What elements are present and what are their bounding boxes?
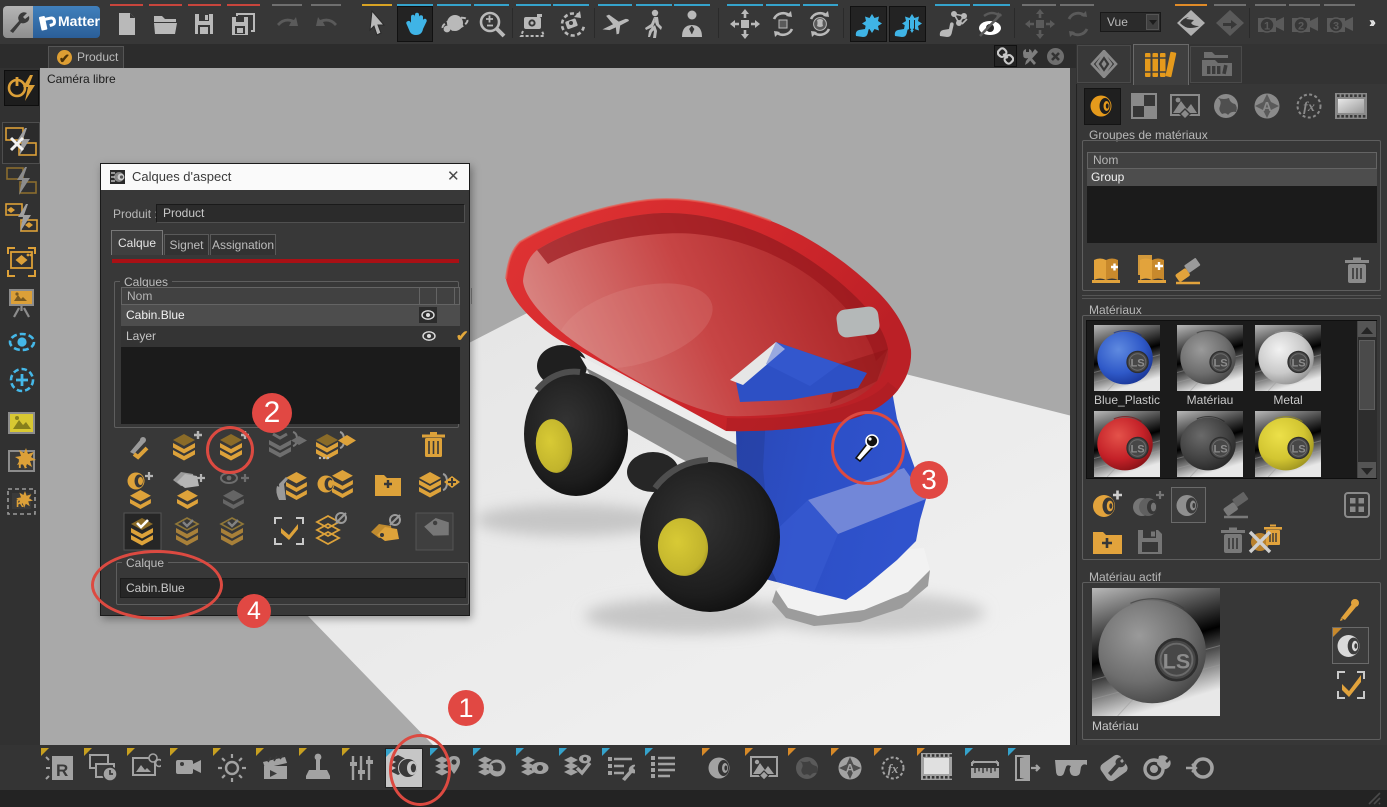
svg-text:LS: LS bbox=[1213, 443, 1227, 455]
svg-text:R: R bbox=[16, 498, 24, 510]
svg-text:LS: LS bbox=[1163, 649, 1190, 673]
svg-text:LS: LS bbox=[1213, 357, 1227, 369]
svg-text:LS: LS bbox=[1130, 357, 1144, 369]
svg-text:LS: LS bbox=[1130, 443, 1144, 455]
svg-text:R: R bbox=[18, 456, 28, 471]
svg-text:fx: fx bbox=[1303, 100, 1315, 115]
svg-text:3: 3 bbox=[1333, 21, 1339, 33]
svg-text:A: A bbox=[1262, 99, 1272, 114]
svg-text:LS: LS bbox=[1291, 443, 1305, 455]
svg-text:A: A bbox=[846, 762, 855, 776]
svg-text:LS: LS bbox=[1291, 357, 1305, 369]
svg-text:1: 1 bbox=[1264, 21, 1270, 33]
svg-text:fx: fx bbox=[888, 761, 899, 776]
svg-text:2: 2 bbox=[1298, 21, 1304, 33]
svg-text:R: R bbox=[56, 761, 68, 780]
